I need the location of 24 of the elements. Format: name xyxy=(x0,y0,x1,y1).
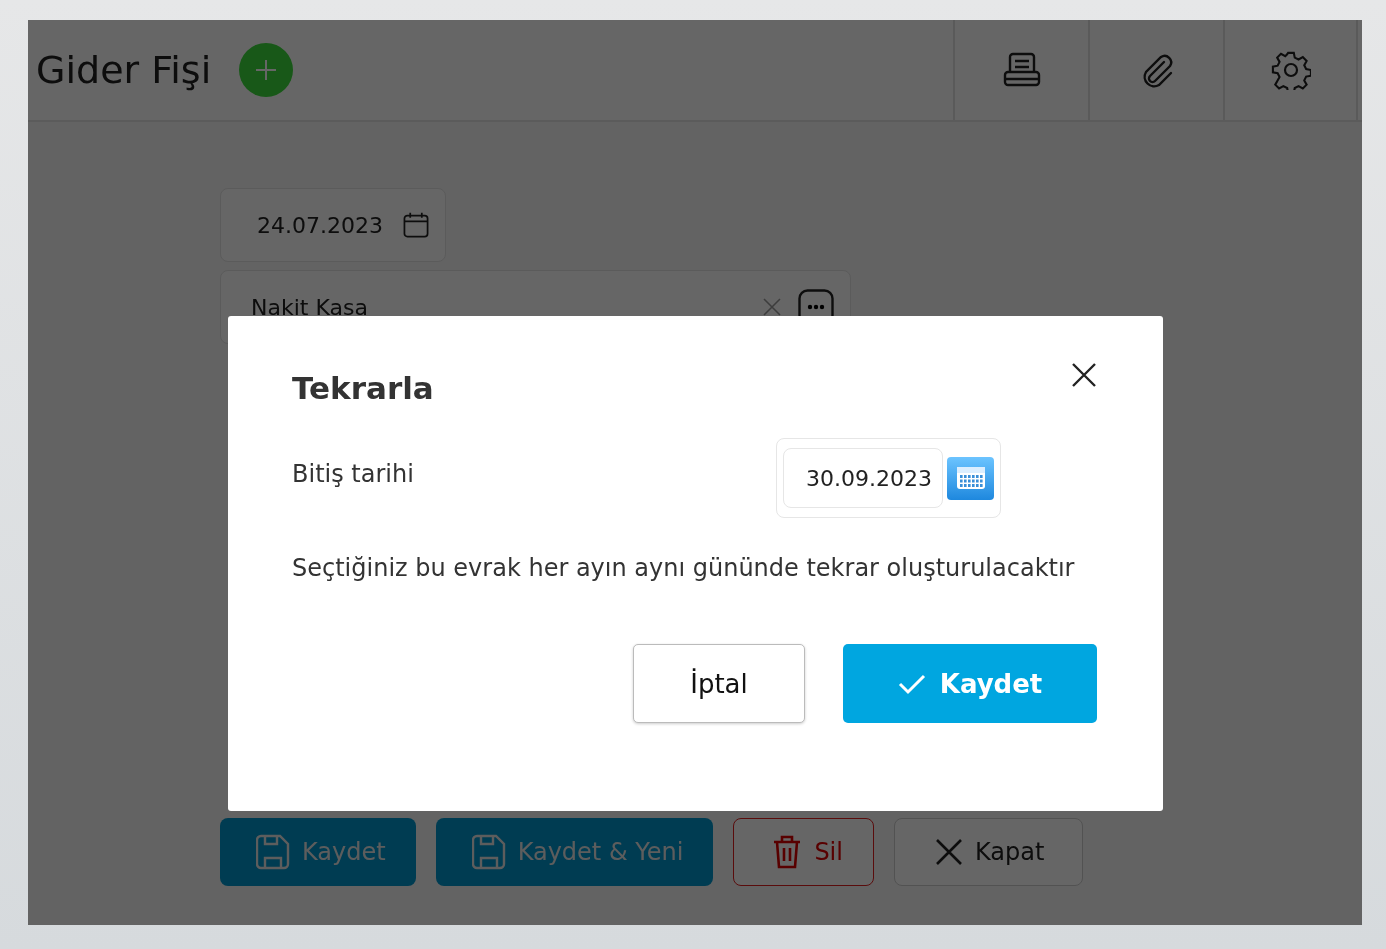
tray-icon xyxy=(1002,52,1041,88)
cancel-button[interactable]: İptal xyxy=(633,644,805,723)
confirm-button[interactable]: Kaydet xyxy=(843,644,1097,723)
end-date-field[interactable]: 30.09.2023 xyxy=(783,448,943,508)
delete-button[interactable]: Sil xyxy=(733,818,874,886)
floppy-icon xyxy=(256,834,290,870)
calendar-button[interactable] xyxy=(947,456,994,500)
check-icon xyxy=(897,672,926,695)
clear-icon[interactable] xyxy=(762,297,782,317)
close-icon xyxy=(934,838,963,866)
calendar-icon xyxy=(955,465,986,491)
save-button[interactable]: Kaydet xyxy=(220,818,416,886)
settings-icon xyxy=(1270,50,1311,90)
trash-icon xyxy=(772,834,803,870)
date-field[interactable]: 24.07.2023 xyxy=(220,188,446,262)
settings-button[interactable] xyxy=(1223,20,1358,120)
close-button[interactable]: Kapat xyxy=(893,818,1084,886)
page-title: Gider Fişi xyxy=(36,48,212,92)
close-icon[interactable] xyxy=(1071,362,1097,388)
end-date-label: Bitiş tarihi xyxy=(292,460,414,488)
save-button[interactable]: Kaydet & Yeni xyxy=(435,818,714,886)
dialog-message: Seçtiğiniz bu evrak her ayın aynı gününde tekrar oluşturulacaktır xyxy=(292,554,1076,582)
dialog-title: Tekrarla xyxy=(292,370,434,406)
floppy-icon xyxy=(471,834,506,870)
